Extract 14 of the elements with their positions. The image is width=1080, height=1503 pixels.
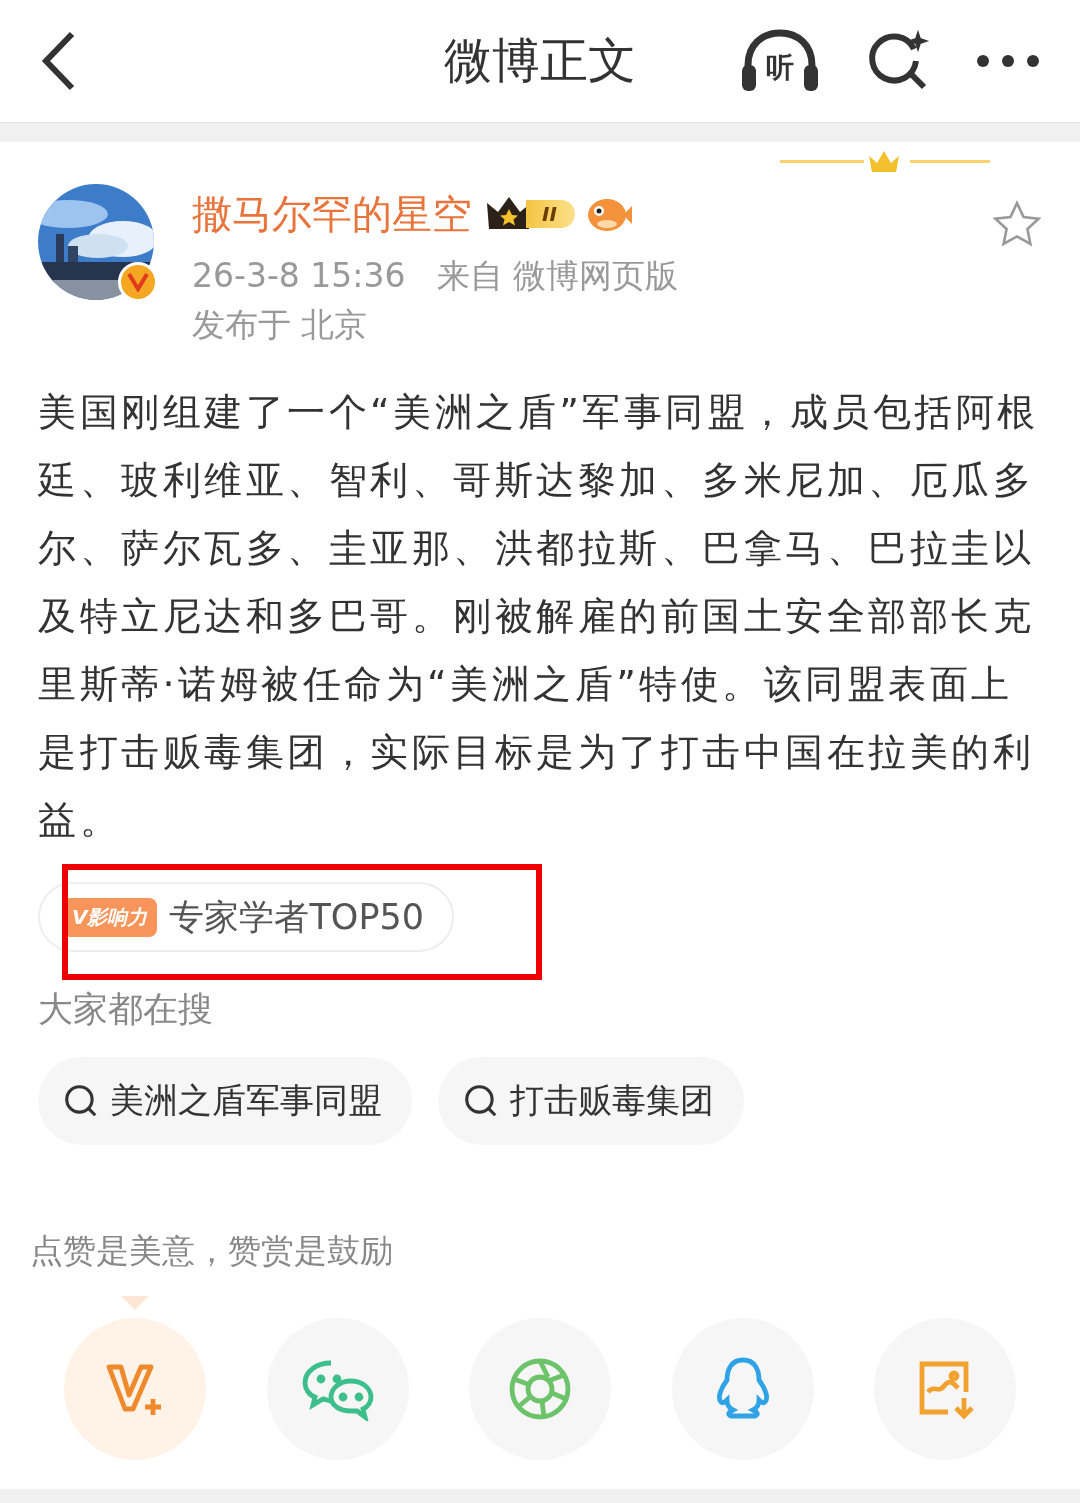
influence-tag[interactable]: V影响力 专家学者TOP50 xyxy=(38,882,455,952)
page-title: 微博正文 xyxy=(444,31,636,90)
reward-prompt: 点赞是美意，赞赏是鼓励 xyxy=(30,1230,394,1272)
post-time-and-source: 26-3-8 15:36 来自 微博网页版 xyxy=(192,255,680,297)
member-level-badge: II xyxy=(486,195,575,233)
post-body: 美国刚组建了一个“美洲之盾”军事同盟，成员包括阿根廷、玻利维亚、智利、哥斯达黎加、多米尼加、厄瓜多尔、萨尔瓦多、圭亚那、洪都拉斯、巴拿马、巴拉圭以及特立尼达和多巴哥。刚被解雇的前国土安全部部长克里斯蒂·诺姆被任命为“美洲之盾”特使。该同盟表面上是打击贩毒集团，实际目标是为了打击中国在拉美的利益。 xyxy=(38,389,1040,844)
favorite-star-icon[interactable] xyxy=(992,200,1042,248)
search-suggestion[interactable]: 打击贩毒集团 xyxy=(438,1057,744,1145)
more-button[interactable] xyxy=(976,54,1040,68)
section-title: 大家都在搜 xyxy=(38,988,214,1031)
listen-button[interactable]: 听 xyxy=(740,27,820,95)
aperture-icon xyxy=(508,1357,572,1421)
post-location: 发布于 北京 xyxy=(192,304,369,346)
search-suggestion[interactable]: 美洲之盾军事同盟 xyxy=(38,1057,412,1145)
